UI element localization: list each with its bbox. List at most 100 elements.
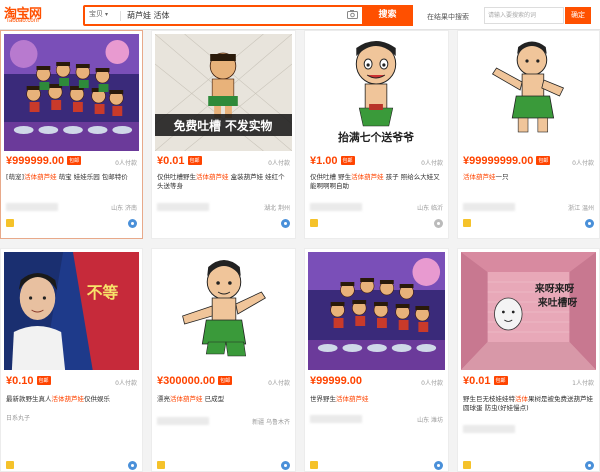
product-image[interactable]: 来呀来呀 来吐槽呀 [461, 252, 596, 370]
product-title[interactable]: 活体葫芦娃一只 [463, 173, 594, 182]
product-title[interactable]: [萌宠]活体葫芦娃 萌宝 娃娃乐园 包邮特价 [6, 173, 137, 182]
product-title[interactable]: 世界野生活体葫芦娃 [310, 395, 443, 404]
icon-row [157, 219, 290, 229]
sales-count: 0人付款 [421, 160, 443, 167]
free-shipping-badge: 包邮 [67, 156, 82, 165]
product-image[interactable]: 不等 [4, 252, 139, 370]
price-row: ¥0.10 包邮 0人付款 [6, 375, 137, 389]
gold-seller-icon [463, 461, 471, 469]
sales-count: 0人付款 [421, 380, 443, 387]
product-image[interactable] [155, 252, 292, 370]
product-title[interactable]: 漂亮活体葫芦娃 已成型 [157, 395, 290, 404]
price-row: ¥0.01 包邮 0人付款 [157, 155, 290, 169]
icon-row [310, 219, 443, 229]
price-row: ¥99999.00 0人付款 [310, 375, 443, 389]
free-shipping-badge: 包邮 [187, 156, 202, 165]
product-title[interactable]: 野生巨无枝娃娃特活体果树是被免费送葫芦娃 圆球蛋 防虫(好娃慢点) [463, 395, 594, 413]
gold-seller-icon [310, 219, 318, 227]
thumb-caption: 免费吐槽 不发实物 [174, 119, 273, 133]
product-grid: ¥999999.00 包邮 0人付款 [萌宠]活体葫芦娃 萌宝 娃娃乐园 包邮特价… [0, 30, 600, 472]
product-card[interactable]: ¥300000.00 包邮 0人付款 漂亮活体葫芦娃 已成型 新疆 乌鲁木齐 [151, 248, 296, 472]
gold-seller-icon [6, 461, 14, 469]
product-price: ¥300000.00 包邮 [157, 375, 233, 387]
product-card[interactable]: 不等 ¥0.10 包邮 0人付款 最新款野生真人活体葫芦娃仅供娱乐 日系丸子 [0, 248, 143, 472]
wangwang-chat-icon[interactable] [128, 219, 137, 228]
shop-name[interactable] [310, 203, 362, 211]
in-results-search-input[interactable]: 请输入要搜索的词 [484, 7, 564, 24]
product-card[interactable]: ¥999999.00 包邮 0人付款 [萌宠]活体葫芦娃 萌宝 娃娃乐园 包邮特价… [0, 30, 143, 239]
product-image[interactable] [461, 34, 596, 151]
search-scope-select[interactable]: 宝贝 ▾ [89, 9, 108, 19]
shop-row: 山东 潍坊 [310, 415, 443, 425]
shop-name[interactable] [157, 203, 209, 211]
wangwang-chat-icon[interactable] [585, 461, 594, 470]
shop-location: 山东 潍坊 [417, 417, 443, 424]
gold-seller-icon [157, 461, 165, 469]
shop-name[interactable] [463, 203, 515, 211]
shop-location: 新疆 乌鲁木齐 [252, 419, 290, 426]
wangwang-chat-icon[interactable] [281, 219, 290, 228]
product-card[interactable]: 免费吐槽 不发实物 ¥0.01 包邮 0人付款 仅供吐槽野生活体葫芦娃 盒装葫芦娃… [151, 30, 296, 239]
product-title[interactable]: 最新款野生真人活体葫芦娃仅供娱乐 [6, 395, 137, 404]
product-card[interactable]: ¥99999999.00 包邮 0人付款 活体葫芦娃一只 浙江 温州 [457, 30, 600, 239]
shop-name[interactable] [6, 203, 58, 211]
taobao-logo[interactable]: 淘宝网 Taobao.com [4, 3, 62, 28]
shop-row [463, 425, 594, 435]
thumb-caption-line2: 来吐槽呀 [537, 296, 577, 309]
price-row: ¥300000.00 包邮 0人付款 [157, 375, 290, 389]
product-card[interactable]: 抬满七个送爷爷 ¥1.00 包邮 0人付款 仅供吐槽 野生活体葫芦娃 孩子 照给么… [304, 30, 449, 239]
sales-count: 0人付款 [268, 160, 290, 167]
shop-name[interactable] [463, 425, 515, 433]
product-card[interactable]: 来呀来呀 来吐槽呀 ¥0.01 包邮 1人付款 野生巨无枝娃娃特活体果树是被免费送… [457, 248, 600, 472]
in-results-search-label: 在结果中搜索 [427, 13, 469, 21]
shop-row: 湖北 荆州 [157, 203, 290, 213]
sales-count: 0人付款 [115, 380, 137, 387]
sales-count: 1人付款 [572, 380, 594, 387]
product-image[interactable]: 免费吐槽 不发实物 [155, 34, 292, 151]
shop-name[interactable]: 日系丸子 [6, 413, 30, 422]
product-image[interactable] [4, 34, 139, 151]
price-row: ¥1.00 包邮 0人付款 [310, 155, 443, 169]
shop-row: 山东 临沂 [310, 203, 443, 213]
product-price: ¥0.10 包邮 [6, 375, 51, 387]
icon-row [463, 219, 594, 229]
search-divider [120, 11, 121, 21]
product-image[interactable]: 抬满七个送爷爷 [308, 34, 445, 151]
search-input[interactable] [127, 8, 307, 23]
sales-count: 0人付款 [268, 380, 290, 387]
product-price: ¥0.01 包邮 [157, 155, 202, 167]
sales-count: 0人付款 [572, 160, 594, 167]
shop-name[interactable] [310, 415, 362, 423]
logo-subtext: Taobao.com [6, 18, 39, 24]
icon-row [310, 461, 443, 471]
free-shipping-badge: 包邮 [218, 376, 233, 385]
price-row: ¥0.01 包邮 1人付款 [463, 375, 594, 389]
free-shipping-badge: 包邮 [493, 376, 508, 385]
product-price: ¥999999.00 包邮 [6, 155, 82, 167]
camera-icon[interactable] [347, 10, 358, 19]
shop-name[interactable] [157, 417, 209, 425]
search-bar: 宝贝▾ 搜索 [83, 5, 413, 26]
wangwang-chat-icon[interactable] [281, 461, 290, 470]
thumb-caption: 抬满七个送爷爷 [338, 130, 415, 144]
shop-location: 浙江 温州 [568, 205, 594, 212]
product-price: ¥99999999.00 包邮 [463, 155, 551, 167]
product-card[interactable]: ¥99999.00 0人付款 世界野生活体葫芦娃 山东 潍坊 [304, 248, 449, 472]
shop-row: 山东 济南 [6, 203, 137, 213]
in-results-search-button[interactable]: 确定 [565, 7, 591, 24]
product-title[interactable]: 仅供吐槽野生活体葫芦娃 盒装葫芦娃 娃红个头送等身 [157, 173, 290, 191]
wangwang-chat-icon[interactable] [434, 461, 443, 470]
wangwang-chat-icon[interactable] [128, 461, 137, 470]
product-image[interactable] [308, 252, 445, 370]
icon-row [157, 461, 290, 471]
gold-seller-icon [6, 219, 14, 227]
icon-row [463, 461, 594, 471]
free-shipping-badge: 包邮 [36, 376, 51, 385]
search-button[interactable]: 搜索 [362, 5, 413, 26]
gold-seller-icon [310, 461, 318, 469]
product-title[interactable]: 仅供吐槽 野生活体葫芦娃 孩子 照给么大娃又能啊啊啊自助 [310, 173, 443, 191]
product-price: ¥1.00 包邮 [310, 155, 355, 167]
wangwang-chat-icon[interactable] [434, 219, 443, 228]
shop-location: 山东 临沂 [417, 205, 443, 212]
wangwang-chat-icon[interactable] [585, 219, 594, 228]
